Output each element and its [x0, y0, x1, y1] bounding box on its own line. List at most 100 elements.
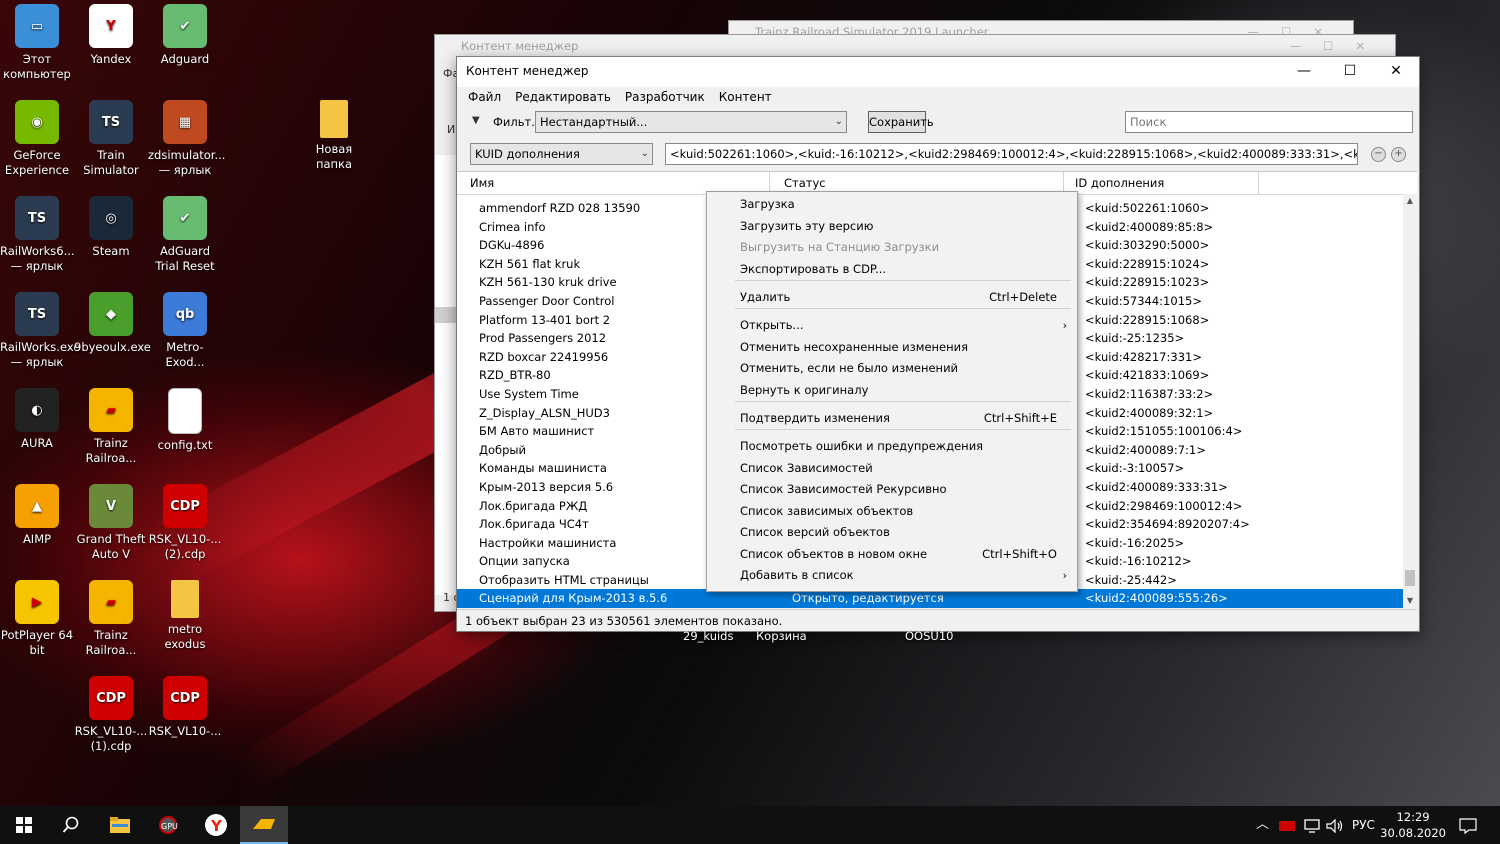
language-indicator[interactable]: РУС	[1352, 806, 1375, 844]
desktop-icon[interactable]: ◆ 9byeoulx.exe	[74, 292, 151, 355]
taskbar: GPU Y ︿ РУС 12:29 30.08.2020	[0, 806, 1500, 844]
remove-kuid-button[interactable]: −	[1371, 147, 1386, 162]
desktop-icon[interactable]: ◉ GeForce Experience	[0, 100, 74, 178]
column-id[interactable]: ID дополнения	[1064, 172, 1259, 194]
desktop-icon[interactable]: CDP RSK_VL10-... (1).cdp	[74, 676, 148, 754]
desktop-icon[interactable]: ◎ Steam	[74, 196, 148, 259]
filter-collapse-icon[interactable]: ▼	[472, 115, 480, 126]
add-kuid-button[interactable]: +	[1391, 147, 1406, 162]
clock-date: 30.08.2020	[1380, 826, 1446, 840]
volume-icon[interactable]	[1326, 806, 1344, 844]
context-menu-item[interactable]: Список объектов в новом окне Ctrl+Shift+O	[707, 544, 1077, 565]
search-input[interactable]	[1125, 111, 1413, 133]
kuid-row: KUID дополнения ⌄ <kuid:502261:1060>,<ku…	[457, 143, 1419, 167]
context-menu-item[interactable]: Загрузить эту версию	[707, 216, 1077, 237]
desktop-icon[interactable]: metro exodus	[148, 580, 222, 652]
cell-name: Лок.бригада РЖД	[479, 498, 588, 513]
show-hidden-icons[interactable]: ︿	[1256, 806, 1269, 844]
context-menu-item[interactable]: Подтвердить изменения Ctrl+Shift+E	[707, 408, 1077, 429]
menu-developer[interactable]: Разработчик	[618, 87, 712, 109]
cell-id: <kuid2:400089:32:1>	[1085, 405, 1214, 420]
train-icon: ▦	[163, 100, 207, 144]
menu-edit[interactable]: Редактировать	[508, 87, 618, 109]
maximize-button[interactable]: ☐	[1327, 57, 1373, 87]
clock[interactable]: 12:29 30.08.2020	[1380, 809, 1446, 841]
context-menu-item[interactable]: Посмотреть ошибки и предупреждения	[707, 436, 1077, 457]
desktop-icon[interactable]: ◐ AURA	[0, 388, 74, 451]
context-menu-item[interactable]: Вернуть к оригиналу	[707, 380, 1077, 401]
desktop-icon[interactable]: ✔ Adguard	[148, 4, 222, 67]
desktop-icon[interactable]: TS RailWorks.exe — ярлык	[0, 292, 80, 370]
desktop-icon[interactable]: ▲ AIMP	[0, 484, 74, 547]
cell-id: <kuid2:354694:8920207:4>	[1085, 517, 1250, 532]
context-menu-item[interactable]: Отменить, если не было изменений	[707, 358, 1077, 379]
chevron-right-icon: ›	[1062, 319, 1067, 332]
desktop-label-oosu10[interactable]: OOSU10	[905, 629, 953, 643]
menu-item-label: Список Зависимостей Рекурсивно	[740, 482, 947, 496]
desktop-icon-label: RailWorks6... — ярлык	[0, 244, 75, 273]
menu-content[interactable]: Контент	[712, 87, 779, 109]
steam-icon: ◎	[89, 196, 133, 240]
desktop-icon[interactable]: qb Metro-Exod...	[148, 292, 222, 370]
gpu-tray-icon[interactable]	[1279, 806, 1295, 844]
context-menu-item[interactable]: Открыть... ›	[707, 315, 1077, 336]
table-row[interactable]: Сценарий для Крым-2013 в.5.6 Открыто, ред…	[457, 589, 1403, 609]
desktop-icon[interactable]: ▰ Trainz Railroa...	[74, 388, 148, 466]
context-menu-item[interactable]: Удалить Ctrl+Delete	[707, 287, 1077, 308]
vertical-scrollbar[interactable]: ▲ ▼	[1403, 194, 1417, 608]
cell-name: Команды машиниста	[479, 461, 607, 476]
context-menu-item[interactable]: Экспортировать в CDP...	[707, 259, 1077, 280]
context-menu-item[interactable]: Загрузка	[707, 194, 1077, 215]
desktop-icon[interactable]: config.txt	[148, 388, 222, 453]
kuid-combo[interactable]: KUID дополнения ⌄	[470, 143, 653, 165]
desktop-icon[interactable]: CDP RSK_VL10-... (2).cdp	[148, 484, 222, 562]
kuid-list-field[interactable]: <kuid:502261:1060>,<kuid:-16:10212>,<kui…	[665, 143, 1358, 165]
taskbar-yandex[interactable]: Y	[192, 806, 240, 844]
taskbar-gpu-tweak[interactable]: GPU	[144, 806, 192, 844]
scroll-thumb[interactable]	[1405, 570, 1415, 586]
folder-icon	[171, 580, 199, 618]
save-button[interactable]: Сохранить	[868, 111, 934, 133]
context-menu-item[interactable]: Список Зависимостей	[707, 458, 1077, 479]
cell-name: Отобразить HTML страницы	[479, 572, 649, 587]
menu-item-label: Выгрузить на Станцию Загрузки	[740, 240, 940, 254]
desktop-icon[interactable]: TS Train Simulator	[74, 100, 148, 178]
desktop-icon[interactable]: CDP RSK_VL10-...	[148, 676, 222, 739]
close-button[interactable]: ✕	[1373, 57, 1419, 87]
context-menu-item[interactable]: Список зависимых объектов	[707, 501, 1077, 522]
desktop-icon[interactable]: ▶ PotPlayer 64 bit	[0, 580, 74, 658]
menu-file[interactable]: Файл	[461, 87, 508, 109]
trainz-icon: ▰	[89, 388, 133, 432]
desktop-icon-label: zdsimulator... — ярлык	[148, 148, 226, 177]
desktop-icon[interactable]: V Grand Theft Auto V	[74, 484, 148, 562]
desktop-icon[interactable]: TS RailWorks6... — ярлык	[0, 196, 75, 274]
desktop-icon[interactable]: ✔ AdGuard Trial Reset	[148, 196, 222, 274]
scroll-down-icon[interactable]: ▼	[1403, 594, 1417, 608]
desktop-label-kuids[interactable]: 29_kuids	[683, 629, 733, 643]
filter-combo[interactable]: Нестандартный... ⌄	[535, 111, 847, 133]
context-menu-item[interactable]: Список Зависимостей Рекурсивно	[707, 479, 1077, 500]
context-menu-item[interactable]: Список версий объектов	[707, 522, 1077, 543]
context-menu-item[interactable]: Отменить несохраненные изменения	[707, 337, 1077, 358]
title-bar[interactable]: Контент менеджер — ☐ ✕	[457, 57, 1419, 87]
desktop-icon[interactable]: ▭ Этот компьютер	[0, 4, 74, 82]
desktop-icon[interactable]: ▰ Trainz Railroa...	[74, 580, 148, 658]
scroll-up-icon[interactable]: ▲	[1403, 194, 1417, 208]
desktop-icon[interactable]: Новая папка	[297, 100, 371, 172]
taskbar-explorer[interactable]	[96, 806, 144, 844]
minimize-button[interactable]: —	[1281, 57, 1327, 87]
desktop-label-recycle-bin[interactable]: Корзина	[756, 629, 807, 643]
network-icon[interactable]	[1304, 806, 1320, 844]
desktop-icon-label: Train Simulator	[83, 148, 139, 177]
aura-icon: ◐	[15, 388, 59, 432]
start-button[interactable]	[0, 806, 48, 844]
context-menu: Загрузка Загрузить эту версию Выгрузить на…	[706, 191, 1078, 592]
menu-separator	[735, 429, 1071, 430]
search-button[interactable]	[47, 806, 95, 844]
context-menu-item[interactable]: Добавить в список ›	[707, 565, 1077, 586]
desktop-icon[interactable]: Y Yandex	[74, 4, 148, 67]
desktop-icon[interactable]: ▦ zdsimulator... — ярлык	[148, 100, 226, 178]
yandex-icon: Y	[89, 4, 133, 48]
taskbar-trainz[interactable]	[240, 806, 288, 844]
notifications-icon[interactable]	[1459, 806, 1477, 844]
